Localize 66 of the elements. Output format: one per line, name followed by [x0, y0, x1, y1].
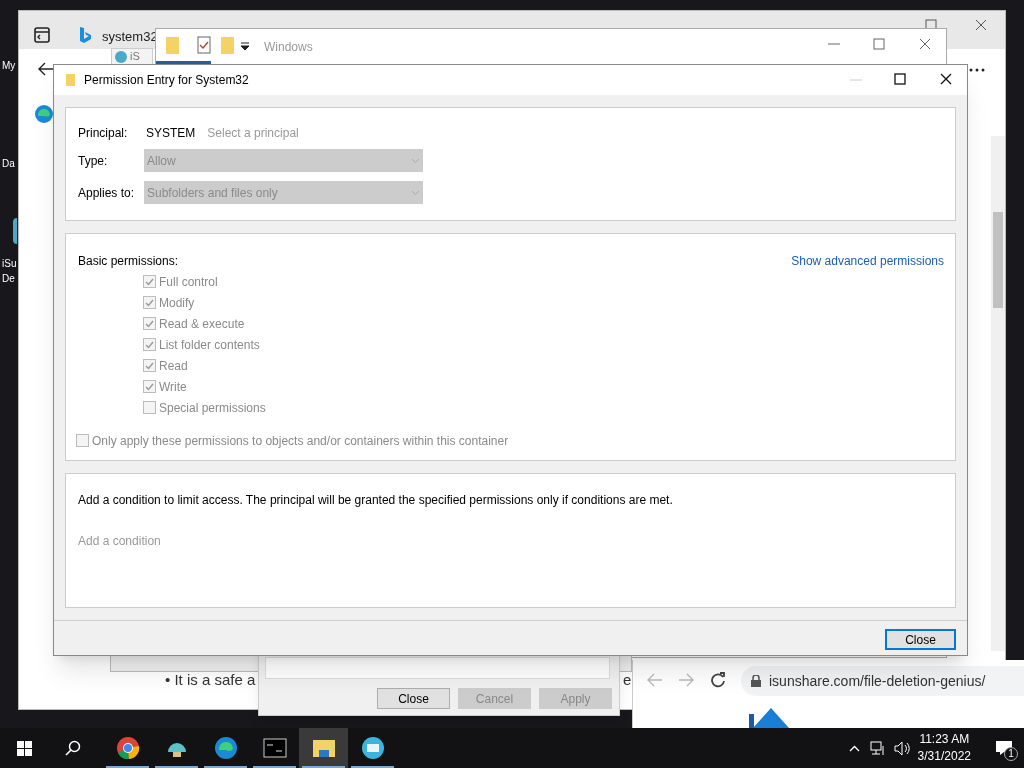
- terminal-icon: [262, 736, 287, 760]
- checkbox[interactable]: [143, 359, 156, 372]
- close-button[interactable]: Close: [885, 629, 956, 650]
- chevron-icon: [411, 157, 420, 164]
- checkbox-label: Read & execute: [159, 315, 245, 333]
- field-label: Type:: [78, 152, 109, 170]
- logo-icon: [749, 708, 789, 728]
- clock-date[interactable]: 3/31/2022: [917, 748, 971, 765]
- checkbox-label: Only apply these permissions to objects and/or containers within this container: [92, 432, 509, 450]
- dialog-button[interactable]: Close: [377, 688, 450, 709]
- checkbox[interactable]: [143, 275, 156, 288]
- checkbox-label: Special permissions: [159, 399, 266, 417]
- tab-actions-icon[interactable]: [34, 27, 50, 43]
- start-icon[interactable]: [17, 740, 32, 756]
- advanced-permissions-link[interactable]: Show advanced permissions: [791, 252, 944, 270]
- section-label: Basic permissions:: [78, 253, 179, 270]
- checkbox[interactable]: [143, 317, 156, 330]
- notification-button[interactable]: 1: [984, 728, 1024, 768]
- chevron-up-icon[interactable]: [848, 744, 860, 752]
- edge-icon[interactable]: [34, 104, 54, 124]
- field-label: Principal:: [78, 124, 129, 142]
- checkbox[interactable]: [143, 338, 156, 351]
- checkbox-label: Modify: [159, 294, 195, 312]
- clock-time[interactable]: 11:23 AM: [919, 731, 970, 748]
- checkbox-label: Read: [159, 357, 188, 375]
- text-field[interactable]: [265, 657, 610, 679]
- checkbox[interactable]: [143, 380, 156, 393]
- edge-icon: [213, 736, 238, 760]
- reload-icon[interactable]: [710, 672, 726, 688]
- lock-icon: [751, 675, 761, 687]
- back-arrow-icon[interactable]: [37, 61, 55, 77]
- checkbox[interactable]: [76, 434, 89, 447]
- globe-icon: [115, 50, 127, 63]
- checkbox[interactable]: [143, 401, 156, 414]
- field-label: Applies to:: [78, 184, 136, 202]
- checkbox-label: Full control: [159, 273, 218, 291]
- properties-icon[interactable]: [197, 36, 211, 54]
- chevron-icon: [411, 189, 420, 196]
- window-title: Permission Entry for System32: [84, 72, 249, 89]
- text-fragment: e: [623, 670, 632, 690]
- principal-value: SYSTEM: [146, 124, 196, 142]
- taskbar-button[interactable]: [299, 728, 348, 768]
- maximize-icon[interactable]: [894, 73, 906, 85]
- close-icon[interactable]: [975, 19, 987, 31]
- checkbox-label: Write: [159, 378, 187, 396]
- dropdown-icon[interactable]: [240, 42, 250, 51]
- checkbox[interactable]: [143, 296, 156, 309]
- scrollbar[interactable]: [991, 136, 1005, 651]
- folder-icon: [166, 37, 179, 54]
- bing-icon: [79, 26, 91, 44]
- desktop-icon-label[interactable]: De: [2, 271, 15, 286]
- search-icon[interactable]: [65, 740, 81, 756]
- folder-icon: [66, 74, 75, 86]
- bullet-text: • It is a safe a: [165, 670, 256, 690]
- close-icon[interactable]: [940, 73, 952, 85]
- condition-description: Add a condition to limit access. The principal will be granted the specified permissions only if conditions are met.: [78, 492, 673, 509]
- desktop-icon-label[interactable]: iSu: [2, 256, 17, 271]
- checkbox-label: List folder contents: [159, 336, 260, 354]
- volume-icon[interactable]: [893, 740, 910, 756]
- chrome-icon: [115, 736, 140, 760]
- desktop-icon-label[interactable]: Da: [2, 156, 15, 171]
- window-title: Windows: [264, 39, 313, 56]
- desktop-icon-label[interactable]: My: [2, 58, 16, 73]
- more-icon[interactable]: [969, 68, 985, 72]
- address-bar[interactable]: isunshare.com/file-deletion-genius/: [741, 666, 1024, 696]
- network-icon[interactable]: [869, 740, 886, 756]
